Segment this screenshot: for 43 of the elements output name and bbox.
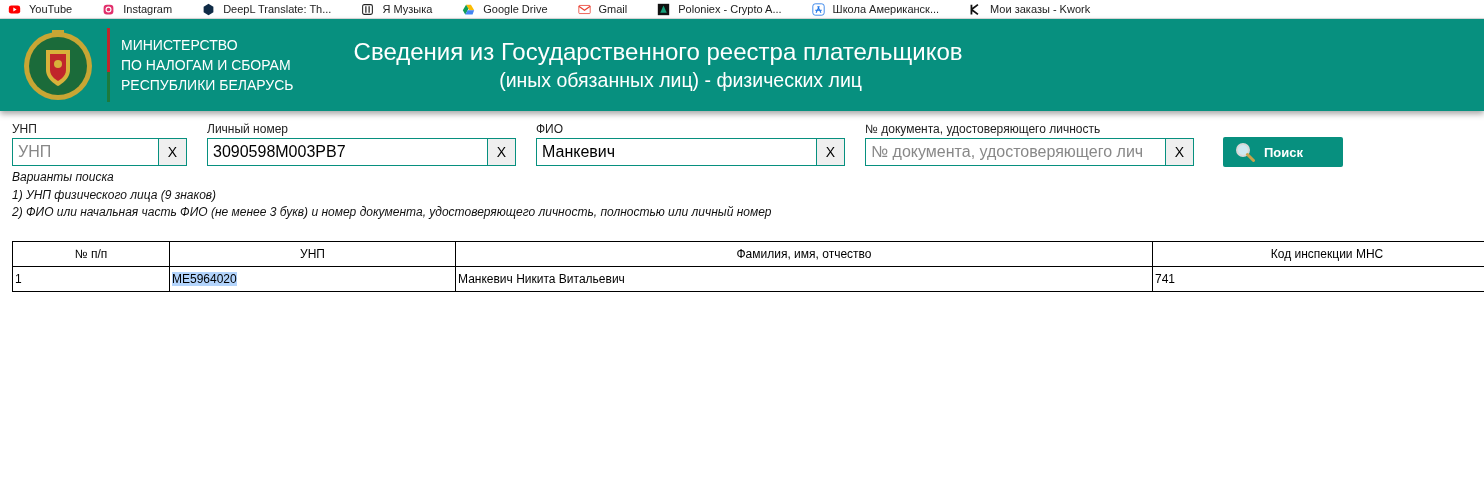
clear-button[interactable]: X xyxy=(816,138,845,166)
search-hint: 1) УНП физического лица (9 знаков) xyxy=(12,186,218,204)
bookmark-icon xyxy=(462,2,476,16)
clear-button[interactable]: X xyxy=(487,138,516,166)
search-field[interactable]: Манкевич xyxy=(536,138,816,166)
search-icon xyxy=(1235,142,1255,162)
bookmark-link[interactable]: DeepL Translate: Th... xyxy=(202,2,332,16)
bookmark-link[interactable]: Poloniex - Crypto A... xyxy=(657,2,782,16)
search-button[interactable]: Поиск xyxy=(1223,137,1343,167)
bookmark-icon xyxy=(361,2,375,16)
bookmark-link[interactable]: Мои заказы - Kwork xyxy=(969,2,1091,16)
search-hint: 2) ФИО или начальная часть ФИО (не менее 3 букв) и номер документа, удостоверяющего личность, полностью или личный номер xyxy=(12,204,773,221)
column-header: Код инспекции МНС xyxy=(1152,241,1484,266)
ministry-name: ПО НАЛОГАМ И СБОРАМ xyxy=(121,56,292,75)
table-cell: Манкевич Никита Витальевич xyxy=(455,266,1153,291)
page-title: Сведения из Государственного реестра плательщиков xyxy=(353,38,963,66)
page-subtitle: (иных обязанных лиц) - физических лиц xyxy=(499,69,862,92)
bookmark-link[interactable]: Google Drive xyxy=(462,2,548,16)
search-field[interactable]: УНП xyxy=(12,138,158,166)
column-header: Фамилия, имя, отчество xyxy=(455,241,1153,266)
bookmark-link[interactable]: Школа Американск... xyxy=(811,2,940,16)
field-label: № документа, удостоверяющего личность xyxy=(865,122,1102,136)
search-field[interactable]: 3090598M003PB7 xyxy=(207,138,487,166)
search-hint: Варианты поиска xyxy=(12,169,115,186)
field-label: УНП xyxy=(12,122,38,136)
bookmark-link[interactable]: Gmail xyxy=(577,2,628,16)
bookmark-link[interactable]: YouTube xyxy=(8,2,73,16)
ministry-name: МИНИСТЕРСТВО xyxy=(121,36,239,55)
column-header: УНП xyxy=(169,241,456,266)
bookmark-link[interactable]: Я Музыка xyxy=(361,2,433,16)
clear-button[interactable]: X xyxy=(158,138,187,166)
clear-button[interactable]: X xyxy=(1165,138,1194,166)
bookmark-icon xyxy=(202,2,216,16)
selected-text: МЕ5964020 xyxy=(172,271,237,286)
bookmark-icon xyxy=(657,2,671,16)
bookmark-link[interactable]: Instagram xyxy=(102,2,173,16)
search-field[interactable]: № документа, удостоверяющего лич xyxy=(865,138,1165,166)
ministry-name: РЕСПУБЛИКИ БЕЛАРУСЬ xyxy=(121,76,294,95)
ministry-emblem-icon xyxy=(22,28,94,102)
field-label: ФИО xyxy=(536,122,565,136)
field-label: Личный номер xyxy=(207,122,290,136)
table-cell: 1 xyxy=(12,266,170,291)
column-header: № п/п xyxy=(12,241,170,266)
